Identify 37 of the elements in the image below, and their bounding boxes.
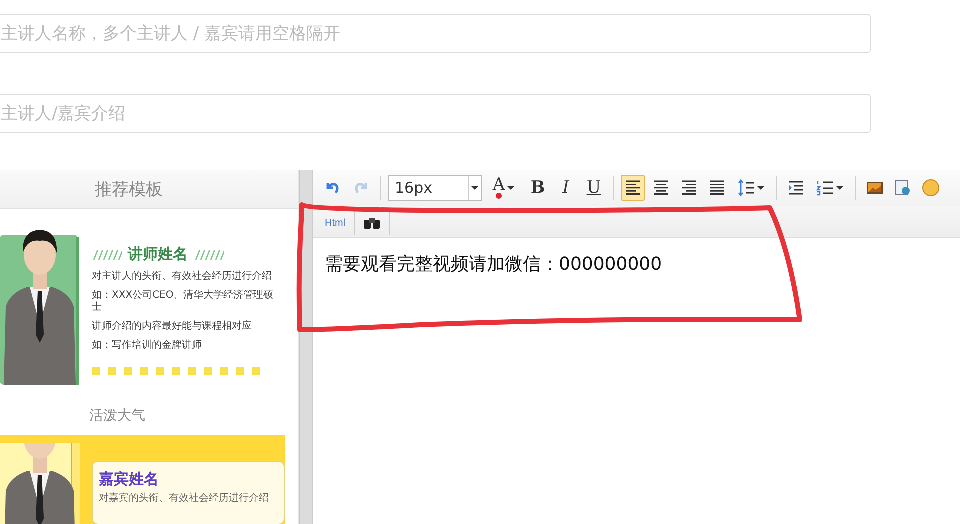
slash-ornament xyxy=(92,250,122,260)
image-icon xyxy=(866,179,884,197)
speaker-name-field[interactable]: 主讲人名称，多个主讲人 / 嘉宾请用空格隔开 xyxy=(0,14,871,53)
line-height-icon xyxy=(737,179,755,197)
template-text: 如：写作培训的金牌讲师 xyxy=(92,340,203,352)
template-text: 讲师介绍的内容最好能与课程相对应 xyxy=(92,321,253,333)
align-icon xyxy=(624,179,642,197)
underline-button[interactable]: U xyxy=(582,175,606,201)
speaker-intro-field[interactable]: 主讲人/嘉宾介绍 xyxy=(0,94,871,133)
caret-icon xyxy=(471,185,479,191)
italic-button[interactable]: I xyxy=(554,175,578,201)
emoji-icon xyxy=(922,179,940,197)
align-icon xyxy=(652,179,670,197)
font-size-select[interactable]: 16px xyxy=(388,175,482,201)
template-name-title: 讲师姓名 xyxy=(128,245,188,264)
slash-ornament xyxy=(194,250,224,260)
caret-icon xyxy=(507,185,516,191)
align-icon xyxy=(680,179,698,197)
numbered-list-icon xyxy=(816,179,834,197)
media-icon xyxy=(894,179,912,197)
editor-text[interactable]: 需要观看完整视频请加微信：000000000 xyxy=(313,238,960,290)
template-text: 对嘉宾的头衔、有效社会经历进行介绍 xyxy=(99,493,270,505)
template-text: 对主讲人的头衔、有效社会经历进行介绍 xyxy=(92,271,273,283)
caret-icon xyxy=(757,185,765,191)
indent-icon xyxy=(787,179,805,197)
caret-icon xyxy=(836,185,844,191)
align-icon xyxy=(708,179,726,197)
color-indicator-icon xyxy=(496,193,502,199)
panel-title: 推荐模板 xyxy=(0,170,298,209)
html-button[interactable]: Html xyxy=(317,211,355,235)
template-name-title: 嘉宾姓名 xyxy=(99,470,159,489)
align-left-button[interactable] xyxy=(621,175,645,201)
bold-button[interactable]: B xyxy=(526,175,550,201)
binoculars-icon[interactable] xyxy=(362,216,381,230)
template-text: 如：XXX公司CEO、清华大学经济管理硕士 xyxy=(92,290,275,314)
template-caption[interactable]: 活泼大气 xyxy=(0,395,235,435)
font-color-button[interactable]: A xyxy=(486,175,522,201)
